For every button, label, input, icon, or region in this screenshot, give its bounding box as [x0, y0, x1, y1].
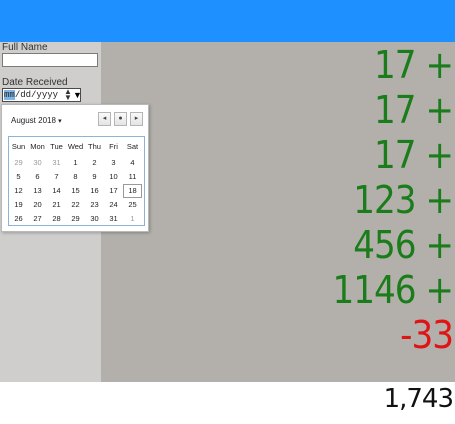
month-selector[interactable]: August 2018 ▾	[11, 116, 62, 125]
calendar-day[interactable]: 1	[66, 156, 85, 170]
calendar-day[interactable]: 24	[104, 198, 123, 212]
calendar-day[interactable]: 30	[85, 212, 104, 226]
total-value: 1,743	[383, 384, 454, 414]
calendar-day[interactable]: 29	[66, 212, 85, 226]
calendar-day[interactable]: 7	[47, 170, 66, 184]
calendar-day[interactable]: 21	[47, 198, 66, 212]
full-name-label: Full Name	[2, 42, 48, 53]
calendar-popup: August 2018 ▾ ◂ ● ▸ Sun Mon Tue Wed Thu Fri Sa…	[1, 104, 149, 232]
prev-month-button[interactable]: ◂	[98, 112, 111, 126]
date-received-input[interactable]: mm/dd/yyyy ▲ ▼ ▼	[2, 88, 82, 102]
calendar-grid: Sun Mon Tue Wed Thu Fri Sat 29 30 31 1 2 3 4 5 6 7 8 9 10 11…	[8, 136, 145, 226]
calendar-day[interactable]: 23	[85, 198, 104, 212]
calendar-day[interactable]: 19	[9, 198, 28, 212]
calendar-day[interactable]: 26	[9, 212, 28, 226]
date-month-segment[interactable]: mm	[4, 90, 15, 100]
month-dropdown-icon: ▾	[58, 118, 62, 125]
calendar-day[interactable]: 4	[123, 156, 142, 170]
calendar-day[interactable]: 16	[85, 184, 104, 198]
calendar-day[interactable]: 25	[123, 198, 142, 212]
calendar-day[interactable]: 14	[47, 184, 66, 198]
date-input-text: mm/dd/yyyy	[4, 90, 58, 100]
calendar-day[interactable]: 10	[104, 170, 123, 184]
weekday-header: Thu	[88, 142, 101, 151]
calendar-day[interactable]: 22	[66, 198, 85, 212]
number-entry: 17 +	[374, 43, 454, 87]
calendar-day[interactable]: 18	[123, 184, 142, 198]
calendar-day[interactable]: 5	[9, 170, 28, 184]
calendar-day[interactable]: 15	[66, 184, 85, 198]
calendar-day[interactable]: 31	[47, 156, 66, 170]
date-received-label: Date Received	[2, 77, 68, 88]
calendar-day[interactable]: 20	[28, 198, 47, 212]
number-entry: 123 +	[353, 178, 454, 222]
weekday-header: Sun	[11, 142, 26, 151]
calendar-day[interactable]: 8	[66, 170, 85, 184]
calendar-day[interactable]: 12	[9, 184, 28, 198]
spin-down-icon[interactable]: ▼	[64, 94, 72, 102]
calendar-day[interactable]: 17	[104, 184, 123, 198]
number-entry: 456 +	[353, 223, 454, 267]
weekday-header: Sat	[126, 142, 139, 151]
calendar-day[interactable]: 30	[28, 156, 47, 170]
calendar-day[interactable]: 3	[104, 156, 123, 170]
calendar-day[interactable]: 28	[47, 212, 66, 226]
calendar-day[interactable]: 1	[123, 212, 142, 226]
calendar-day[interactable]: 13	[28, 184, 47, 198]
calendar-day[interactable]: 2	[85, 156, 104, 170]
calendar-day[interactable]: 11	[123, 170, 142, 184]
weekday-header: Wed	[67, 142, 84, 151]
next-month-button[interactable]: ▸	[130, 112, 143, 126]
date-rest-segment[interactable]: /dd/yyyy	[15, 90, 58, 100]
calendar-day[interactable]: 31	[104, 212, 123, 226]
full-name-input[interactable]	[2, 53, 98, 67]
top-bar	[0, 0, 455, 42]
number-entry: 17 +	[374, 133, 454, 177]
calendar-day[interactable]: 6	[28, 170, 47, 184]
weekday-header: Mon	[30, 142, 45, 151]
calendar-day[interactable]: 27	[28, 212, 47, 226]
weekday-header: Tue	[50, 142, 63, 151]
date-spinner[interactable]: ▲ ▼	[64, 88, 72, 102]
number-entry: 17 +	[374, 88, 454, 132]
weekday-header: Fri	[109, 142, 118, 151]
calendar-day[interactable]: 29	[9, 156, 28, 170]
month-label: August 2018	[11, 116, 56, 125]
today-button[interactable]: ●	[114, 112, 127, 126]
calendar-day[interactable]: 9	[85, 170, 104, 184]
calendar-dropdown-icon[interactable]: ▼	[73, 90, 82, 100]
number-entry: 1146 +	[332, 268, 454, 312]
number-entry: -33	[400, 313, 454, 357]
